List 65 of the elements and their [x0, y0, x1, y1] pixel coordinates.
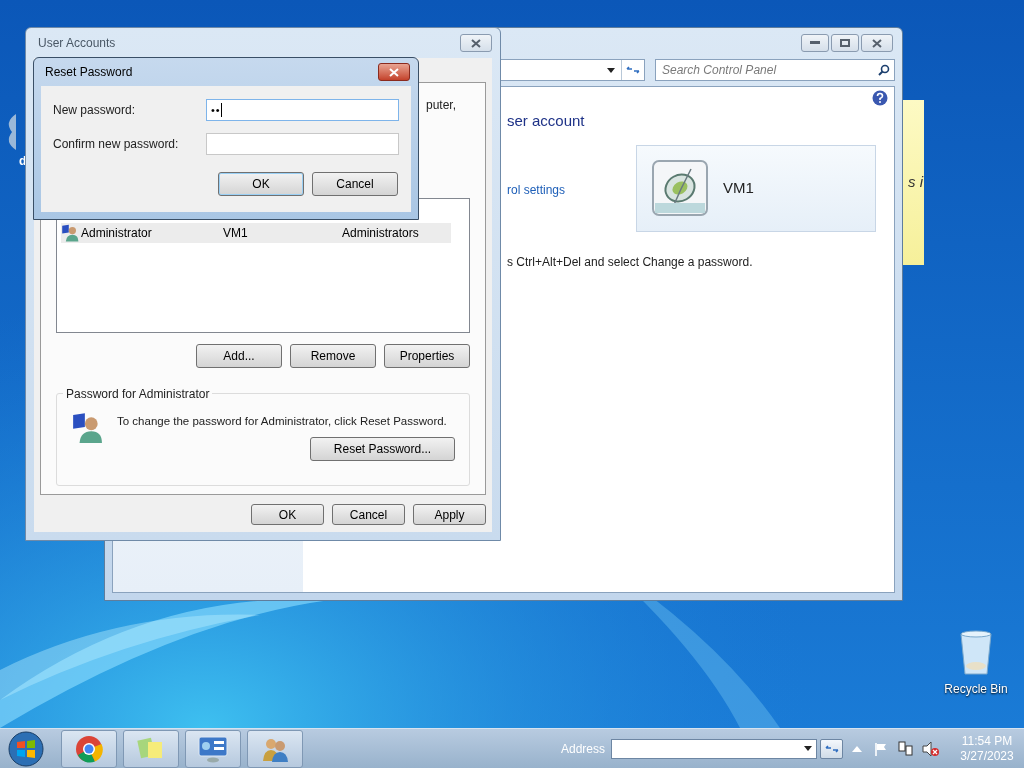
recycle-bin-icon[interactable]: [958, 630, 994, 676]
desktop-icon-label[interactable]: d: [19, 152, 27, 170]
go-button[interactable]: [820, 738, 843, 759]
list-action-button[interactable]: Properties: [384, 344, 470, 368]
user-icon: [71, 412, 103, 444]
help-icon[interactable]: [872, 90, 888, 106]
window-title: Reset Password: [45, 64, 133, 81]
network-icon[interactable]: [898, 740, 914, 757]
page-heading: ser account: [507, 111, 586, 131]
field-label: New password:: [53, 102, 136, 119]
group-text: To change the password for Administrator, click Reset Password.: [117, 414, 447, 429]
close-button[interactable]: [378, 63, 410, 81]
table-cell-text: VM1: [223, 225, 249, 242]
close-icon: [471, 38, 481, 48]
taskbar-button[interactable]: [185, 729, 241, 768]
close-icon: [389, 67, 399, 77]
maximize-icon: [840, 39, 850, 47]
user-row[interactable]: Administrator VM1 Administrators: [61, 223, 451, 243]
dialog-button[interactable]: OK: [251, 504, 324, 525]
refresh-icon: [824, 743, 839, 754]
hint-text: s Ctrl+Alt+Del and select Change a password.: [507, 253, 754, 271]
start-icon[interactable]: [6, 729, 46, 768]
taskbar-button[interactable]: [61, 729, 117, 768]
password-field[interactable]: ••: [206, 99, 399, 121]
search-placeholder: Search Control Panel: [662, 62, 777, 79]
address-field[interactable]: [611, 738, 817, 759]
taskbar-button[interactable]: [247, 729, 303, 768]
user-icon: [61, 224, 79, 242]
close-button[interactable]: [460, 34, 492, 52]
taskbar-button[interactable]: [123, 729, 179, 768]
search-icon: [878, 64, 890, 76]
window-title: User Accounts: [38, 35, 116, 52]
list-action-button[interactable]: Add...: [196, 344, 282, 368]
browser-icon: [75, 734, 103, 763]
dialog-button[interactable]: Cancel: [332, 504, 405, 525]
close-icon: [872, 38, 882, 48]
account-name: VM1: [723, 177, 754, 198]
table-cell-text: Administrators: [342, 225, 419, 242]
table-cell-text: Administrator: [81, 225, 153, 242]
field-value: ••: [211, 102, 221, 118]
search-field[interactable]: Search Control Panel: [655, 59, 895, 81]
maximize-button[interactable]: [831, 34, 859, 52]
refresh-icon: [626, 65, 640, 75]
dialog-button[interactable]: OK: [218, 172, 304, 196]
list-action-button[interactable]: Remove: [290, 344, 376, 368]
address-label: Address: [560, 740, 605, 758]
note-text: s i: [908, 172, 924, 193]
intro-text: puter,: [425, 97, 457, 114]
password-field[interactable]: [206, 133, 399, 155]
close-button[interactable]: [861, 34, 893, 52]
reset-password-button[interactable]: Reset Password...: [310, 437, 455, 461]
field-label: Confirm new password:: [53, 136, 179, 153]
speaker-muted-icon[interactable]: [922, 740, 940, 757]
dropdown-caret-icon[interactable]: [607, 67, 615, 73]
settings-link[interactable]: rol settings: [507, 180, 636, 199]
satellite-dish-icon: [651, 159, 709, 217]
dropdown-caret-icon[interactable]: [804, 746, 812, 751]
dialog-button[interactable]: Cancel: [312, 172, 398, 196]
desktop-icon-label[interactable]: Recycle Bin: [944, 680, 1008, 698]
dialog-button[interactable]: Apply: [413, 504, 486, 525]
clock-time: 11:54 PM: [961, 733, 1013, 749]
minimize-icon: [810, 41, 820, 45]
minimize-button[interactable]: [801, 34, 829, 52]
control-panel-icon: [197, 734, 229, 763]
clock-date: 3/27/2023: [960, 748, 1014, 764]
